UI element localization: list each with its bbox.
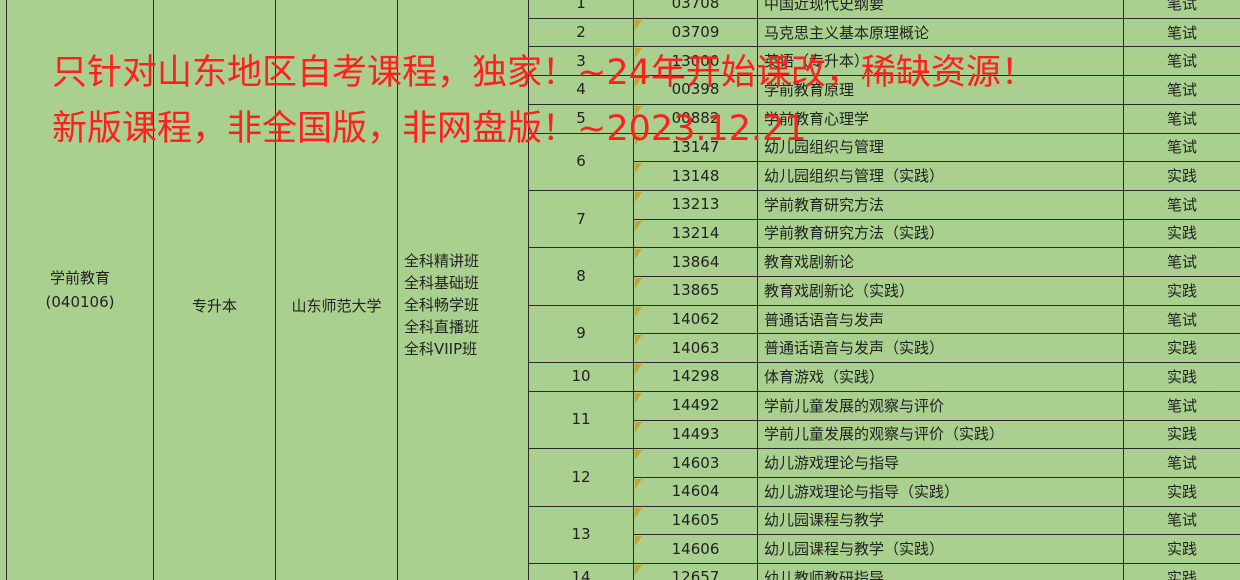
exam-type-cell[interactable]: 笔试 <box>1124 247 1240 276</box>
course-code-cell[interactable]: 13213 <box>634 190 757 219</box>
course-code-cell[interactable]: 13148 <box>634 161 757 190</box>
exam-type-cell[interactable]: 笔试 <box>1124 506 1240 535</box>
course-code-cell[interactable]: 03709 <box>634 18 757 47</box>
course-name-cell[interactable]: 幼儿园课程与教学 <box>758 506 1123 535</box>
exam-type-cell[interactable]: 笔试 <box>1124 18 1240 47</box>
comment-marker <box>635 220 642 231</box>
comment-marker <box>635 191 642 202</box>
comment-marker <box>635 536 642 547</box>
comment-marker <box>635 335 642 346</box>
course-code-cell[interactable]: 14063 <box>634 333 757 362</box>
comment-marker <box>635 306 642 317</box>
seq-cell[interactable]: 8 <box>529 247 633 304</box>
class-item: 全科精讲班 <box>404 252 480 270</box>
course-name-cell[interactable]: 学前教育心理学 <box>758 104 1123 133</box>
comment-marker <box>635 421 642 432</box>
exam-type-cell[interactable]: 实践 <box>1124 219 1240 248</box>
course-name-cell[interactable]: 马克思主义基本原理概论 <box>758 18 1123 47</box>
course-name-cell[interactable]: 幼儿园组织与管理 <box>758 133 1123 162</box>
seq-cell[interactable]: 2 <box>529 18 633 47</box>
course-name-cell[interactable]: 学前教育研究方法 <box>758 190 1123 219</box>
course-name-cell[interactable]: 普通话语音与发声 <box>758 305 1123 334</box>
course-name-cell[interactable]: 教育戏剧新论 <box>758 247 1123 276</box>
course-code-cell[interactable]: 13864 <box>634 247 757 276</box>
seq-cell[interactable]: 10 <box>529 362 633 391</box>
class-item: 全科基础班 <box>404 274 480 292</box>
course-code-cell[interactable]: 14605 <box>634 506 757 535</box>
exam-type-cell[interactable]: 笔试 <box>1124 46 1240 75</box>
banner-line-1: 只针对山东地区自考课程，独家！~24年开始课改，稀缺资源！ <box>52 53 1036 93</box>
comment-marker <box>635 163 642 174</box>
comment-marker <box>635 478 642 489</box>
comment-marker <box>635 392 642 403</box>
course-name-cell[interactable]: 学前教育研究方法（实践） <box>758 219 1123 248</box>
course-code-cell[interactable]: 13214 <box>634 219 757 248</box>
seq-cell[interactable]: 11 <box>529 391 633 448</box>
course-name-cell[interactable]: 体育游戏（实践） <box>758 362 1123 391</box>
comment-marker <box>635 19 642 30</box>
seq-cell[interactable]: 1 <box>529 0 633 18</box>
course-name-cell[interactable]: 幼儿游戏理论与指导 <box>758 448 1123 477</box>
course-code-cell[interactable]: 14606 <box>634 534 757 563</box>
course-code-cell[interactable]: 14298 <box>634 362 757 391</box>
course-code-cell[interactable]: 14603 <box>634 448 757 477</box>
course-name-cell[interactable]: 幼儿游戏理论与指导（实践） <box>758 477 1123 506</box>
exam-type-cell[interactable]: 实践 <box>1124 477 1240 506</box>
exam-type-cell[interactable]: 实践 <box>1124 362 1240 391</box>
course-name-cell[interactable]: 学前儿童发展的观察与评价（实践） <box>758 420 1123 449</box>
seq-cell[interactable]: 13 <box>529 506 633 563</box>
comment-marker <box>635 278 642 288</box>
course-name-cell[interactable]: 幼儿园组织与管理（实践） <box>758 161 1123 190</box>
exam-type-cell[interactable]: 笔试 <box>1124 305 1240 334</box>
exam-type-cell[interactable]: 实践 <box>1124 276 1240 305</box>
class-item: 全科畅学班 <box>404 296 480 314</box>
seq-cell[interactable]: 12 <box>529 448 633 505</box>
course-name-cell[interactable]: 学前儿童发展的观察与评价 <box>758 391 1123 420</box>
exam-type-cell[interactable]: 笔试 <box>1124 190 1240 219</box>
seq-cell[interactable]: 9 <box>529 305 633 362</box>
exam-type-cell[interactable]: 实践 <box>1124 534 1240 563</box>
course-code-cell[interactable]: 13865 <box>634 276 757 305</box>
class-item: 全科VIIP班 <box>404 340 478 358</box>
exam-type-cell[interactable]: 笔试 <box>1124 133 1240 162</box>
course-code-cell[interactable]: 14604 <box>634 477 757 506</box>
course-code-cell[interactable]: 14062 <box>634 305 757 334</box>
grid-line-v <box>6 0 7 580</box>
exam-type-cell[interactable]: 实践 <box>1124 333 1240 362</box>
comment-marker <box>635 565 642 575</box>
exam-type-cell[interactable]: 实践 <box>1124 161 1240 190</box>
exam-type-cell[interactable]: 笔试 <box>1124 448 1240 477</box>
exam-type-cell[interactable]: 笔试 <box>1124 75 1240 104</box>
exam-type-cell[interactable]: 实践 <box>1124 563 1240 580</box>
comment-marker <box>635 249 642 260</box>
course-code-cell[interactable]: 03708 <box>634 0 757 18</box>
class-item: 全科直播班 <box>404 318 480 336</box>
exam-type-cell[interactable]: 笔试 <box>1124 391 1240 420</box>
comment-marker <box>635 507 642 518</box>
course-name-cell[interactable]: 普通话语音与发声（实践） <box>758 333 1123 362</box>
course-code-cell[interactable]: 14492 <box>634 391 757 420</box>
course-name-cell[interactable]: 幼儿园课程与教学（实践） <box>758 534 1123 563</box>
course-name-cell[interactable]: 中国近现代史纲要 <box>758 0 1123 18</box>
comment-marker <box>635 0 642 1</box>
course-code-cell[interactable]: 14493 <box>634 420 757 449</box>
seq-cell[interactable]: 7 <box>529 190 633 247</box>
comment-marker <box>635 450 642 461</box>
exam-type-cell[interactable]: 实践 <box>1124 420 1240 449</box>
spreadsheet-grid: 学前教育 (040106) 专升本 山东师范大学 全科精讲班 全科基础班 全科畅… <box>0 0 1240 580</box>
comment-marker <box>635 364 642 375</box>
exam-type-cell[interactable]: 笔试 <box>1124 0 1240 18</box>
banner-line-2: 新版课程，非全国版，非网盘版！~2023.12.21 <box>52 109 807 149</box>
course-name-cell[interactable]: 教育戏剧新论（实践） <box>758 276 1123 305</box>
course-name-cell[interactable]: 幼儿教师教研指导 <box>758 563 1123 580</box>
major-code: (040106) <box>45 293 115 311</box>
seq-cell[interactable]: 14 <box>529 563 633 580</box>
major-name: 学前教育 <box>49 269 110 287</box>
exam-type-cell[interactable]: 笔试 <box>1124 104 1240 133</box>
course-code-cell[interactable]: 12657 <box>634 563 757 580</box>
